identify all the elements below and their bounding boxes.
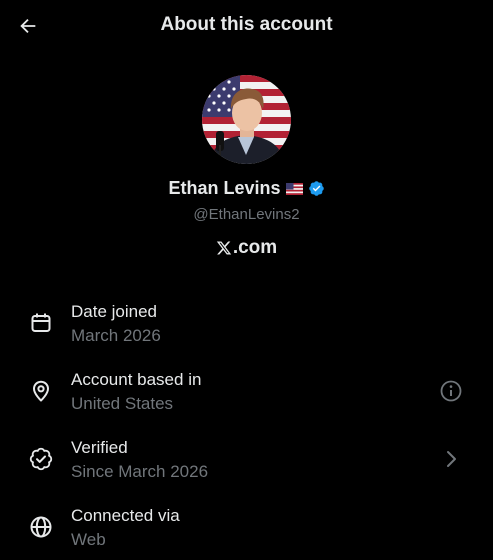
- detail-value: March 2026: [71, 326, 161, 345]
- detail-row-verified[interactable]: Verified Since March 2026: [0, 436, 493, 492]
- profile-avatar[interactable]: [202, 75, 291, 164]
- detail-value: Since March 2026: [71, 462, 209, 481]
- detail-row-date-joined: Date joined March 2026: [0, 300, 493, 356]
- chevron-right-icon[interactable]: [439, 447, 463, 471]
- detail-title: Account based in: [71, 370, 202, 389]
- verified-badge-icon[interactable]: [308, 180, 325, 197]
- detail-title: Date joined: [71, 302, 158, 321]
- detail-row-connected-via: Connected via Web: [0, 504, 493, 560]
- site-label-text: .com: [232, 237, 278, 258]
- display-name: Ethan Levins: [168, 178, 281, 198]
- info-icon[interactable]: [439, 379, 463, 403]
- verified-outline-icon: [29, 447, 53, 471]
- globe-icon: [30, 516, 52, 538]
- detail-title: Connected via: [71, 506, 180, 525]
- calendar-icon: [31, 313, 51, 332]
- site-label: .com: [0, 237, 493, 259]
- detail-title: Verified: [71, 438, 128, 457]
- detail-value: Web: [71, 530, 106, 549]
- detail-value: United States: [71, 394, 174, 413]
- profile-handle: @EthanLevins2: [193, 206, 300, 223]
- header-bar: About this account: [0, 0, 493, 52]
- page-title: About this account: [160, 14, 333, 35]
- detail-row-account-based-in: Account based in United States: [0, 368, 493, 424]
- location-pin-icon: [33, 380, 49, 402]
- x-logo-icon: [216, 241, 232, 255]
- us-flag-icon: [285, 182, 303, 195]
- name-row: Ethan Levins: [0, 178, 493, 199]
